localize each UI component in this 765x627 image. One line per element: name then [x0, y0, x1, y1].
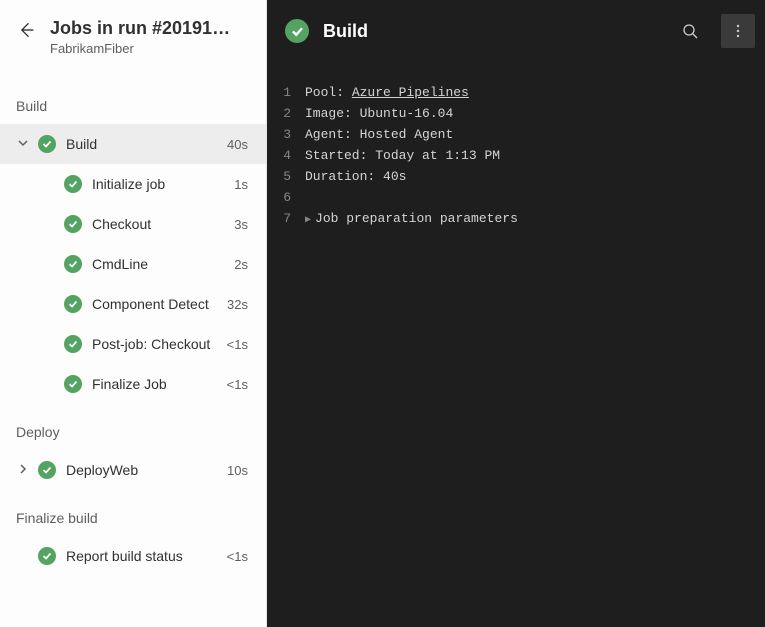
success-icon	[285, 19, 309, 43]
chevron-down-icon[interactable]	[18, 138, 32, 151]
step-row[interactable]: Component Detect 32s	[0, 284, 266, 324]
success-icon	[38, 547, 56, 565]
step-name: CmdLine	[92, 256, 228, 272]
step-name: Initialize job	[92, 176, 228, 192]
log-key: Pool:	[305, 85, 344, 100]
sidebar-header: Jobs in run #20191… FabrikamFiber	[0, 0, 266, 62]
job-name: DeployWeb	[66, 462, 221, 478]
chevron-right-icon[interactable]	[18, 464, 32, 477]
job-name: Build	[66, 136, 221, 152]
job-name: Report build status	[66, 548, 221, 564]
log-line: 5 Duration: 40s	[267, 166, 765, 187]
job-duration: 10s	[227, 463, 248, 478]
pool-link[interactable]: Azure Pipelines	[352, 85, 469, 100]
line-number: 7	[267, 208, 305, 231]
log-value: 40s	[383, 169, 406, 184]
log-line: 6	[267, 187, 765, 208]
step-row[interactable]: Finalize Job <1s	[0, 364, 266, 404]
job-duration: 40s	[227, 137, 248, 152]
log-line-foldable[interactable]: 7 ▶ Job preparation parameters	[267, 208, 765, 231]
log-fold-label: Job preparation parameters	[315, 211, 518, 226]
log-line: 3 Agent: Hosted Agent	[267, 124, 765, 145]
log-header: Build	[267, 0, 765, 62]
line-number: 3	[267, 124, 305, 145]
log-value: Today at 1:13 PM	[375, 148, 500, 163]
step-duration: 1s	[234, 177, 248, 192]
stage-label: Build	[0, 62, 266, 124]
step-name: Checkout	[92, 216, 228, 232]
page-title: Jobs in run #20191…	[50, 18, 235, 39]
log-key: Image:	[305, 106, 352, 121]
log-line: 2 Image: Ubuntu-16.04	[267, 103, 765, 124]
step-row[interactable]: Post-job: Checkout <1s	[0, 324, 266, 364]
step-duration: <1s	[227, 377, 248, 392]
more-options-button[interactable]	[721, 14, 755, 48]
success-icon	[38, 135, 56, 153]
log-body[interactable]: 1 Pool: Azure Pipelines 2 Image: Ubuntu-…	[267, 62, 765, 231]
step-name: Finalize Job	[92, 376, 221, 392]
log-value: Hosted Agent	[360, 127, 454, 142]
step-row[interactable]: Initialize job 1s	[0, 164, 266, 204]
log-line: 1 Pool: Azure Pipelines	[267, 82, 765, 103]
breadcrumb-project[interactable]: FabrikamFiber	[50, 41, 250, 56]
step-duration: 32s	[227, 297, 248, 312]
log-key: Started:	[305, 148, 367, 163]
step-duration: 2s	[234, 257, 248, 272]
log-line: 4 Started: Today at 1:13 PM	[267, 145, 765, 166]
line-number: 2	[267, 103, 305, 124]
success-icon	[64, 255, 82, 273]
step-duration: 3s	[234, 217, 248, 232]
stage-label: Deploy	[0, 404, 266, 450]
sidebar: Jobs in run #20191… FabrikamFiber Build …	[0, 0, 267, 627]
log-pane: Build 1 Pool: Azure Pipelines 2 Image: U…	[267, 0, 765, 627]
line-number: 6	[267, 187, 305, 208]
back-arrow-icon[interactable]	[16, 18, 36, 46]
step-name: Post-job: Checkout	[92, 336, 221, 352]
job-row-deployweb[interactable]: DeployWeb 10s	[0, 450, 266, 490]
success-icon	[64, 375, 82, 393]
success-icon	[64, 215, 82, 233]
log-key: Duration:	[305, 169, 375, 184]
line-number: 1	[267, 82, 305, 103]
step-row[interactable]: Checkout 3s	[0, 204, 266, 244]
job-row-report-build-status[interactable]: Report build status <1s	[0, 536, 266, 576]
log-title: Build	[323, 21, 659, 42]
line-number: 4	[267, 145, 305, 166]
search-button[interactable]	[673, 14, 707, 48]
success-icon	[64, 335, 82, 353]
stage-label: Finalize build	[0, 490, 266, 536]
log-key: Agent:	[305, 127, 352, 142]
success-icon	[64, 175, 82, 193]
job-duration: <1s	[227, 549, 248, 564]
success-icon	[38, 461, 56, 479]
fold-caret-icon[interactable]: ▶	[305, 210, 311, 231]
line-number: 5	[267, 166, 305, 187]
step-duration: <1s	[227, 337, 248, 352]
step-name: Component Detect	[92, 296, 221, 312]
success-icon	[64, 295, 82, 313]
step-row[interactable]: CmdLine 2s	[0, 244, 266, 284]
log-value: Ubuntu-16.04	[360, 106, 454, 121]
job-row-build[interactable]: Build 40s	[0, 124, 266, 164]
